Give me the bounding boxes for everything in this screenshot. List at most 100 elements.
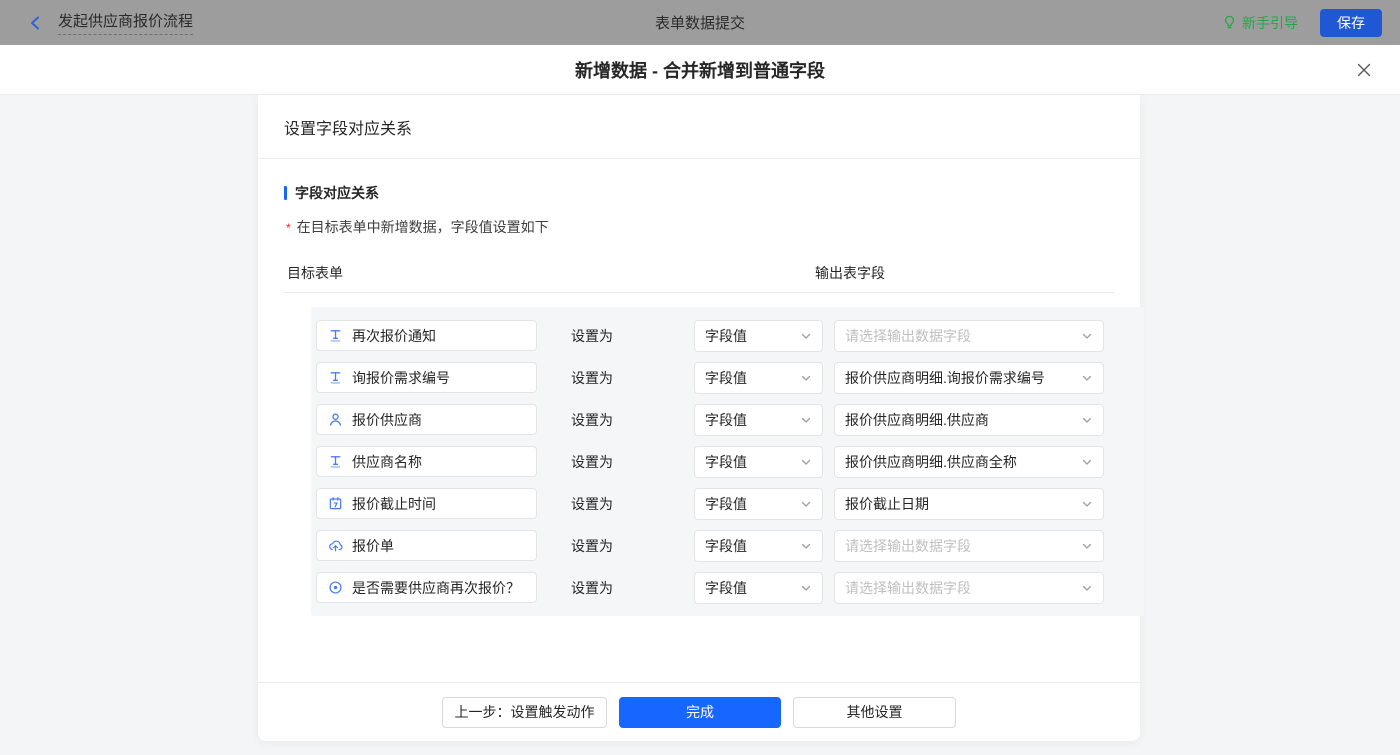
chevron-down-icon	[1081, 372, 1093, 384]
value-type-value: 字段值	[705, 580, 747, 596]
beginner-guide-label: 新手引导	[1242, 14, 1298, 31]
chevron-down-icon	[800, 330, 812, 342]
set-as-label: 设置为	[571, 538, 613, 554]
mapping-row: 报价截止时间 设置为 字段值 报价截止日期	[316, 488, 1144, 530]
calendar-icon	[327, 496, 343, 512]
chevron-down-icon	[1081, 582, 1093, 594]
output-field-select[interactable]: 请选择输出数据字段	[834, 320, 1104, 352]
output-field-value: 请选择输出数据字段	[845, 328, 971, 344]
chevron-down-icon	[800, 540, 812, 552]
set-as-label: 设置为	[571, 580, 613, 596]
modal-title: 新增数据 - 合并新增到普通字段	[575, 61, 825, 81]
chevron-down-icon	[800, 582, 812, 594]
target-field-box[interactable]: 供应商名称	[316, 446, 537, 477]
mapping-row: 报价供应商 设置为 字段值 报价供应商明细.供应商	[316, 404, 1144, 446]
close-icon	[1357, 63, 1371, 77]
column-target-form: 目标表单	[287, 265, 343, 281]
value-type-select[interactable]: 字段值	[694, 572, 823, 604]
column-headers: 目标表单 输出表字段	[284, 261, 1114, 293]
mapping-row: 报价单 设置为 字段值 请选择输出数据字段	[316, 530, 1144, 572]
value-type-value: 字段值	[705, 538, 747, 554]
chevron-down-icon	[1081, 540, 1093, 552]
text-field-icon	[327, 370, 343, 386]
hint-text: 在目标表单中新增数据，字段值设置如下	[296, 219, 549, 235]
mapping-row: 供应商名称 设置为 字段值 报价供应商明细.供应商全称	[316, 446, 1144, 488]
output-field-select[interactable]: 请选择输出数据字段	[834, 572, 1104, 604]
modal-header: 新增数据 - 合并新增到普通字段	[0, 45, 1400, 95]
required-mark: *	[286, 221, 291, 235]
set-as-label: 设置为	[571, 328, 613, 344]
card-footer: 上一步：设置触发动作 完成 其他设置	[258, 682, 1140, 741]
output-field-value: 请选择输出数据字段	[845, 580, 971, 596]
chevron-down-icon	[1081, 330, 1093, 342]
output-field-value: 报价供应商明细.供应商全称	[845, 454, 1017, 470]
output-field-value: 报价供应商明细.供应商	[845, 412, 989, 428]
chevron-down-icon	[1081, 498, 1093, 510]
value-type-value: 字段值	[705, 454, 747, 470]
value-type-select[interactable]: 字段值	[694, 404, 823, 436]
close-button[interactable]	[1352, 58, 1376, 82]
value-type-select[interactable]: 字段值	[694, 362, 823, 394]
person-icon	[327, 412, 343, 428]
output-field-select[interactable]: 报价供应商明细.供应商全称	[834, 446, 1104, 478]
chevron-down-icon	[800, 498, 812, 510]
set-as-label: 设置为	[571, 496, 613, 512]
target-field-box[interactable]: 报价供应商	[316, 404, 537, 435]
target-field-box[interactable]: 再次报价通知	[316, 320, 537, 351]
value-type-value: 字段值	[705, 328, 747, 344]
output-field-select[interactable]: 报价供应商明细.询报价需求编号	[834, 362, 1104, 394]
output-field-select[interactable]: 报价截止日期	[834, 488, 1104, 520]
text-field-icon	[327, 454, 343, 470]
output-field-value: 报价供应商明细.询报价需求编号	[845, 370, 1045, 386]
target-field-box[interactable]: 询报价需求编号	[316, 362, 537, 393]
value-type-value: 字段值	[705, 412, 747, 428]
value-type-select[interactable]: 字段值	[694, 530, 823, 562]
upload-cloud-icon	[327, 538, 343, 554]
chevron-down-icon	[1081, 414, 1093, 426]
section-accent-bar	[284, 186, 287, 200]
target-field-box[interactable]: 是否需要供应商再次报价？	[316, 572, 537, 603]
mapping-row: 是否需要供应商再次报价？ 设置为 字段值 请选择输出数据字段	[316, 572, 1144, 614]
app-topbar: 发起供应商报价流程 表单数据提交 新手引导 保存	[0, 0, 1400, 45]
mapping-row: 询报价需求编号 设置为 字段值 报价供应商明细.询报价需求编号	[316, 362, 1144, 404]
card-header-title: 设置字段对应关系	[258, 95, 1140, 159]
beginner-guide-link[interactable]: 新手引导	[1222, 13, 1298, 33]
chevron-down-icon	[800, 456, 812, 468]
value-type-select[interactable]: 字段值	[694, 446, 823, 478]
save-button[interactable]: 保存	[1320, 8, 1382, 37]
prev-step-button[interactable]: 上一步：设置触发动作	[442, 696, 607, 728]
output-field-value: 报价截止日期	[845, 496, 929, 512]
output-field-select[interactable]: 请选择输出数据字段	[834, 530, 1104, 562]
done-button[interactable]: 完成	[619, 696, 781, 728]
set-as-label: 设置为	[571, 370, 613, 386]
process-name[interactable]: 发起供应商报价流程	[58, 10, 194, 35]
target-field-box[interactable]: 报价截止时间	[316, 488, 537, 519]
lightbulb-icon	[1224, 15, 1235, 29]
text-field-icon	[327, 328, 343, 344]
chevron-down-icon	[800, 414, 812, 426]
value-type-value: 字段值	[705, 370, 747, 386]
section-title-text: 字段对应关系	[295, 185, 379, 201]
back-button[interactable]	[26, 13, 46, 33]
section-hint: * 在目标表单中新增数据，字段值设置如下	[286, 217, 1114, 237]
chevron-down-icon	[1081, 456, 1093, 468]
chevron-left-icon	[31, 16, 39, 29]
set-as-label: 设置为	[571, 454, 613, 470]
value-type-select[interactable]: 字段值	[694, 488, 823, 520]
set-as-label: 设置为	[571, 412, 613, 428]
radio-icon	[327, 580, 343, 596]
output-field-value: 请选择输出数据字段	[845, 538, 971, 554]
settings-card: 设置字段对应关系 字段对应关系 * 在目标表单中新增数据，字段值设置如下 目标表单…	[258, 95, 1144, 741]
value-type-select[interactable]: 字段值	[694, 320, 823, 352]
column-output-field: 输出表字段	[815, 265, 885, 281]
field-mapping-section: 字段对应关系 * 在目标表单中新增数据，字段值设置如下 目标表单 输出表字段 再次…	[258, 159, 1144, 616]
target-field-box[interactable]: 报价单	[316, 530, 537, 561]
other-settings-button[interactable]: 其他设置	[793, 696, 956, 728]
section-title: 字段对应关系	[284, 183, 1114, 203]
mapping-row: 再次报价通知 设置为 字段值 请选择输出数据字段	[316, 320, 1144, 362]
value-type-value: 字段值	[705, 496, 747, 512]
chevron-down-icon	[800, 372, 812, 384]
node-title: 表单数据提交	[654, 15, 745, 32]
output-field-select[interactable]: 报价供应商明细.供应商	[834, 404, 1104, 436]
mapping-rows: 再次报价通知 设置为 字段值 请选择输出数据字段 询报价需求编号 设置为 字段值	[311, 307, 1144, 616]
